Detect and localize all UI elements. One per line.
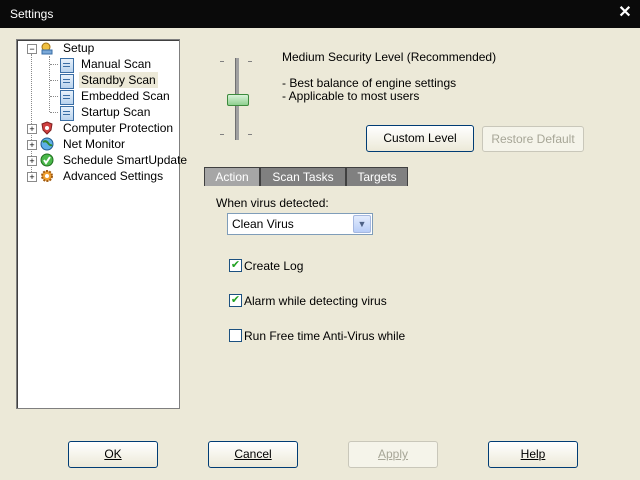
when-virus-detected-label: When virus detected: bbox=[216, 196, 329, 210]
tree-item-label: Startup Scan bbox=[81, 105, 151, 119]
shield-icon bbox=[41, 121, 53, 135]
alarm-checkbox[interactable]: ✔ bbox=[229, 294, 242, 307]
slider-thumb[interactable] bbox=[227, 94, 249, 106]
tree-item-standby-scan[interactable]: Standby Scan bbox=[17, 72, 177, 89]
close-icon[interactable]: ✕ bbox=[616, 4, 634, 22]
apply-button[interactable]: Apply bbox=[348, 441, 438, 468]
document-icon bbox=[60, 74, 74, 89]
create-log-checkbox[interactable]: ✔ bbox=[229, 259, 242, 272]
slider-tick bbox=[248, 61, 252, 62]
tree-item-label: Computer Protection bbox=[63, 121, 174, 135]
apply-button-label: Apply bbox=[377, 447, 409, 461]
window-title: Settings bbox=[10, 7, 54, 21]
tree-item-advanced-settings[interactable]: + Advanced Settings bbox=[17, 168, 177, 184]
ok-button-label: OK bbox=[104, 447, 122, 461]
tab-targets[interactable]: Targets bbox=[346, 167, 408, 186]
tab-scan-tasks[interactable]: Scan Tasks bbox=[260, 167, 346, 186]
help-button-label: Help bbox=[520, 447, 546, 461]
document-icon bbox=[60, 58, 74, 73]
security-level-description-1: - Best balance of engine settings bbox=[282, 76, 457, 90]
expand-icon[interactable]: + bbox=[27, 172, 37, 182]
setup-icon bbox=[41, 42, 53, 55]
document-icon bbox=[60, 90, 74, 105]
cancel-button-label: Cancel bbox=[234, 447, 272, 461]
document-icon bbox=[60, 106, 74, 121]
update-check-icon bbox=[40, 153, 54, 167]
gear-icon bbox=[41, 170, 53, 182]
slider-tick bbox=[220, 61, 224, 62]
expand-icon[interactable]: + bbox=[27, 124, 37, 134]
tab-action[interactable]: Action bbox=[204, 167, 260, 186]
tree-item-label: Advanced Settings bbox=[63, 169, 164, 183]
expand-icon[interactable]: + bbox=[27, 140, 37, 150]
tree-item-label: Embedded Scan bbox=[81, 89, 170, 103]
tree-item-label: Standby Scan bbox=[79, 72, 158, 88]
restore-default-button[interactable]: Restore Default bbox=[482, 126, 584, 152]
custom-level-button[interactable]: Custom Level bbox=[366, 125, 474, 152]
slider-tick bbox=[220, 134, 224, 135]
chevron-down-icon[interactable]: ▼ bbox=[353, 215, 371, 233]
tree-item-computer-protection[interactable]: + Computer Protection bbox=[17, 120, 177, 136]
alarm-label: Alarm while detecting virus bbox=[244, 294, 387, 308]
virus-action-select[interactable]: Clean Virus ▼ bbox=[227, 213, 373, 235]
globe-icon bbox=[40, 137, 54, 151]
settings-tree[interactable]: − Setup Manual Scan Standby Scan Embedde… bbox=[16, 39, 187, 409]
collapse-icon[interactable]: − bbox=[27, 44, 37, 54]
slider-tick bbox=[248, 134, 252, 135]
security-level-description-2: - Applicable to most users bbox=[282, 89, 420, 103]
tree-item-setup[interactable]: − Setup bbox=[17, 40, 177, 56]
title-bar: Settings ✕ bbox=[0, 0, 640, 28]
free-time-antivirus-checkbox[interactable] bbox=[229, 329, 242, 342]
help-button[interactable]: Help bbox=[488, 441, 578, 468]
security-level-title: Medium Security Level (Recommended) bbox=[282, 50, 497, 64]
tree-item-net-monitor[interactable]: + Net Monitor bbox=[17, 136, 177, 152]
tree-item-schedule-smartupdate[interactable]: + Schedule SmartUpdate bbox=[17, 152, 187, 168]
tree-item-manual-scan[interactable]: Manual Scan bbox=[17, 56, 177, 73]
tree-item-startup-scan[interactable]: Startup Scan bbox=[17, 104, 177, 121]
expand-icon[interactable]: + bbox=[27, 156, 37, 166]
create-log-label: Create Log bbox=[244, 259, 304, 273]
ok-button[interactable]: OK bbox=[68, 441, 158, 468]
tree-item-label: Manual Scan bbox=[81, 57, 152, 71]
tree-item-embedded-scan[interactable]: Embedded Scan bbox=[17, 88, 177, 105]
tree-item-label: Schedule SmartUpdate bbox=[63, 153, 188, 167]
virus-action-value: Clean Virus bbox=[232, 217, 294, 231]
cancel-button[interactable]: Cancel bbox=[208, 441, 298, 468]
tree-item-label: Setup bbox=[63, 41, 95, 55]
free-time-antivirus-label: Run Free time Anti-Virus while syste bbox=[244, 329, 408, 343]
tree-item-label: Net Monitor bbox=[63, 137, 126, 151]
